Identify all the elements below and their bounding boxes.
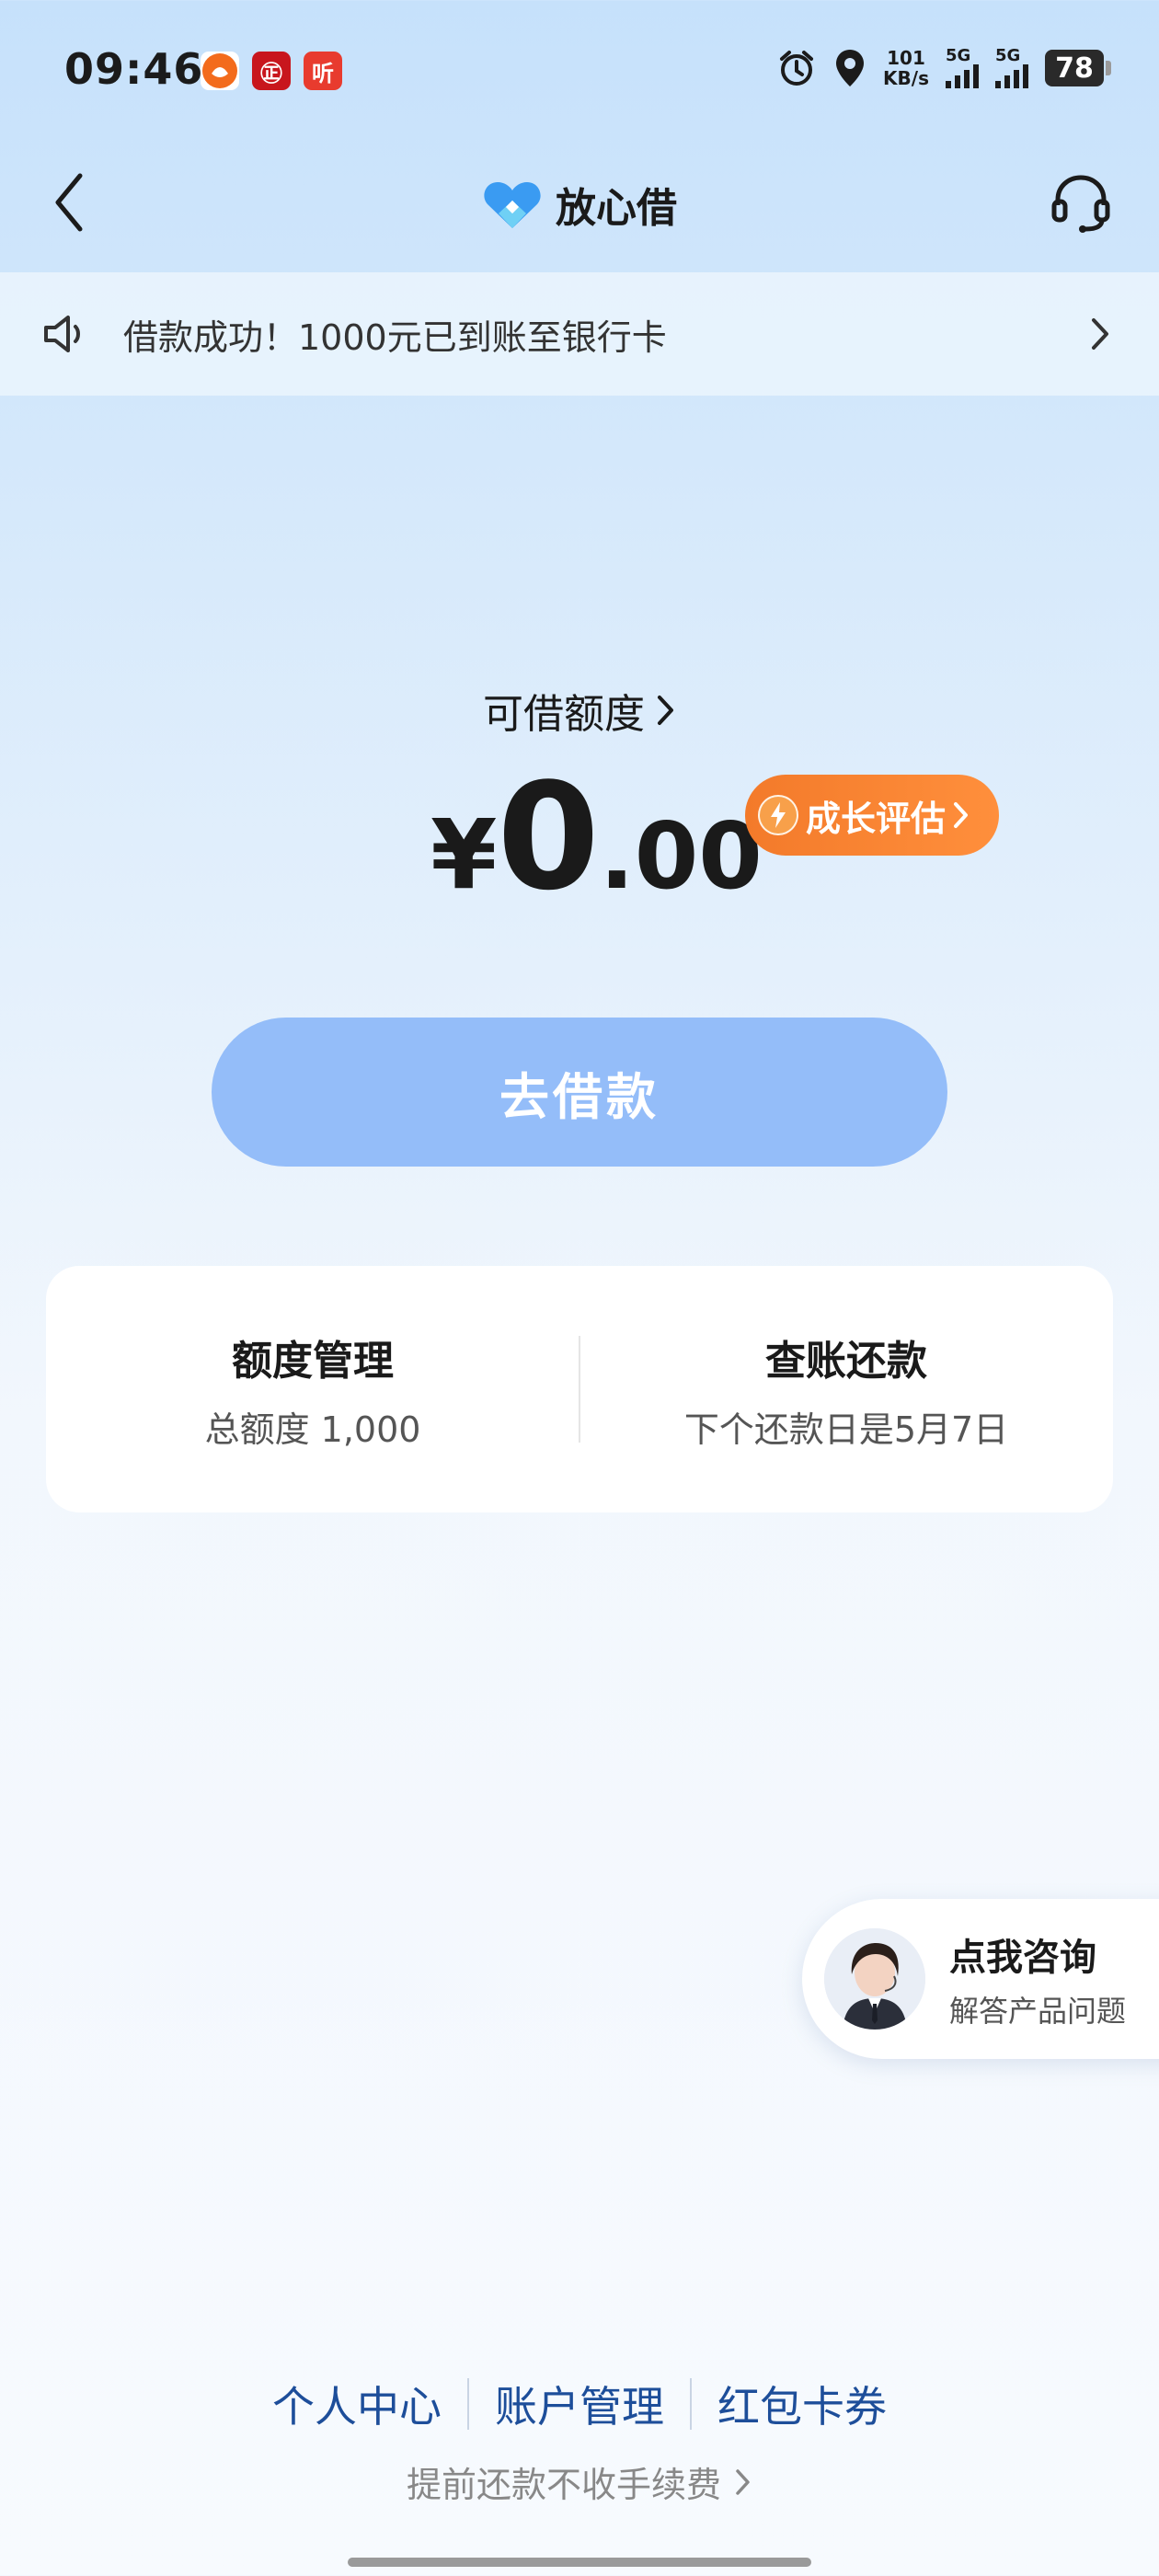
speaker-icon xyxy=(44,316,80,352)
lightning-icon xyxy=(758,795,798,835)
growth-assessment-button[interactable]: 成长评估 xyxy=(745,775,999,856)
battery-indicator: 78 xyxy=(1045,50,1111,86)
chevron-right-icon xyxy=(658,696,673,725)
net-speed-unit: KB/s xyxy=(883,67,929,89)
signal-bars-icon xyxy=(946,64,979,88)
credit-limit-link[interactable]: 可借额度 xyxy=(0,681,1159,740)
currency-symbol: ¥ xyxy=(430,799,498,911)
customer-service-button[interactable] xyxy=(1039,166,1122,239)
bill-repayment-title: 查账还款 xyxy=(765,1337,927,1385)
weibo-app-icon xyxy=(201,52,239,90)
chevron-right-icon xyxy=(1092,318,1108,350)
signal-label: 5G xyxy=(946,46,971,65)
credit-amount: ¥ 0 .00 xyxy=(430,751,763,923)
fangxinjie-logo-icon xyxy=(484,182,541,228)
account-summary-card: 额度管理 总额度 1,000 查账还款 下个还款日是5月7日 xyxy=(46,1266,1113,1512)
credit-management-entry[interactable]: 额度管理 总额度 1,000 xyxy=(46,1266,580,1512)
headset-icon xyxy=(1051,175,1110,233)
total-credit-text: 总额度 1,000 xyxy=(204,1409,421,1450)
consult-subtitle: 解答产品问题 xyxy=(949,1994,1127,2029)
amount-decimal: .00 xyxy=(599,802,763,910)
notice-text: 借款成功！1000元已到账至银行卡 xyxy=(123,316,667,358)
consult-title: 点我咨询 xyxy=(949,1937,1096,1979)
signal-strength-1: 5G xyxy=(946,48,979,88)
account-management-link[interactable]: 账户管理 xyxy=(469,2374,690,2434)
status-indicators: 101 KB/s 5G 5G 78 xyxy=(776,48,1111,88)
personal-center-link[interactable]: 个人中心 xyxy=(247,2374,467,2434)
borrow-button[interactable]: 去借款 xyxy=(212,1018,947,1167)
growth-assessment-label: 成长评估 xyxy=(806,798,947,839)
listen-app-icon: 听 xyxy=(304,52,342,90)
prepayment-note-link[interactable]: 提前还款不收手续费 xyxy=(0,2456,1159,2507)
signal-strength-2: 5G xyxy=(995,48,1028,88)
status-time: 09:46 xyxy=(64,44,204,94)
bank-app-icon: ㊣ xyxy=(252,52,291,90)
coupons-link[interactable]: 红包卡券 xyxy=(692,2374,912,2434)
alarm-icon xyxy=(780,51,814,86)
home-indicator[interactable] xyxy=(348,2558,811,2567)
footer-links: 个人中心 账户管理 红包卡券 xyxy=(0,2374,1159,2434)
bill-repayment-entry[interactable]: 查账还款 下个还款日是5月7日 xyxy=(580,1266,1113,1512)
prepayment-note: 提前还款不收手续费 xyxy=(406,2465,721,2505)
consult-float-button[interactable]: 点我咨询 解答产品问题 xyxy=(802,1899,1159,2059)
agent-avatar xyxy=(824,1928,925,2030)
credit-limit-label: 可借额度 xyxy=(483,691,645,738)
next-repayment-date-text: 下个还款日是5月7日 xyxy=(683,1409,1009,1450)
amount-integer: 0 xyxy=(497,751,600,923)
page-title: 放心借 xyxy=(556,185,677,232)
location-icon xyxy=(836,50,865,86)
nav-title-group: 放心借 xyxy=(0,175,1159,234)
chevron-right-icon xyxy=(736,2468,750,2495)
chevron-right-icon xyxy=(954,802,969,828)
signal-label: 5G xyxy=(995,46,1021,65)
credit-management-title: 额度管理 xyxy=(232,1337,394,1385)
signal-bars-icon xyxy=(995,64,1028,88)
notice-bar[interactable]: 借款成功！1000元已到账至银行卡 xyxy=(0,272,1159,396)
net-speed-value: 101 xyxy=(887,47,925,69)
network-speed: 101 KB/s xyxy=(883,48,929,88)
consult-texts: 点我咨询 解答产品问题 xyxy=(949,1927,1126,2030)
